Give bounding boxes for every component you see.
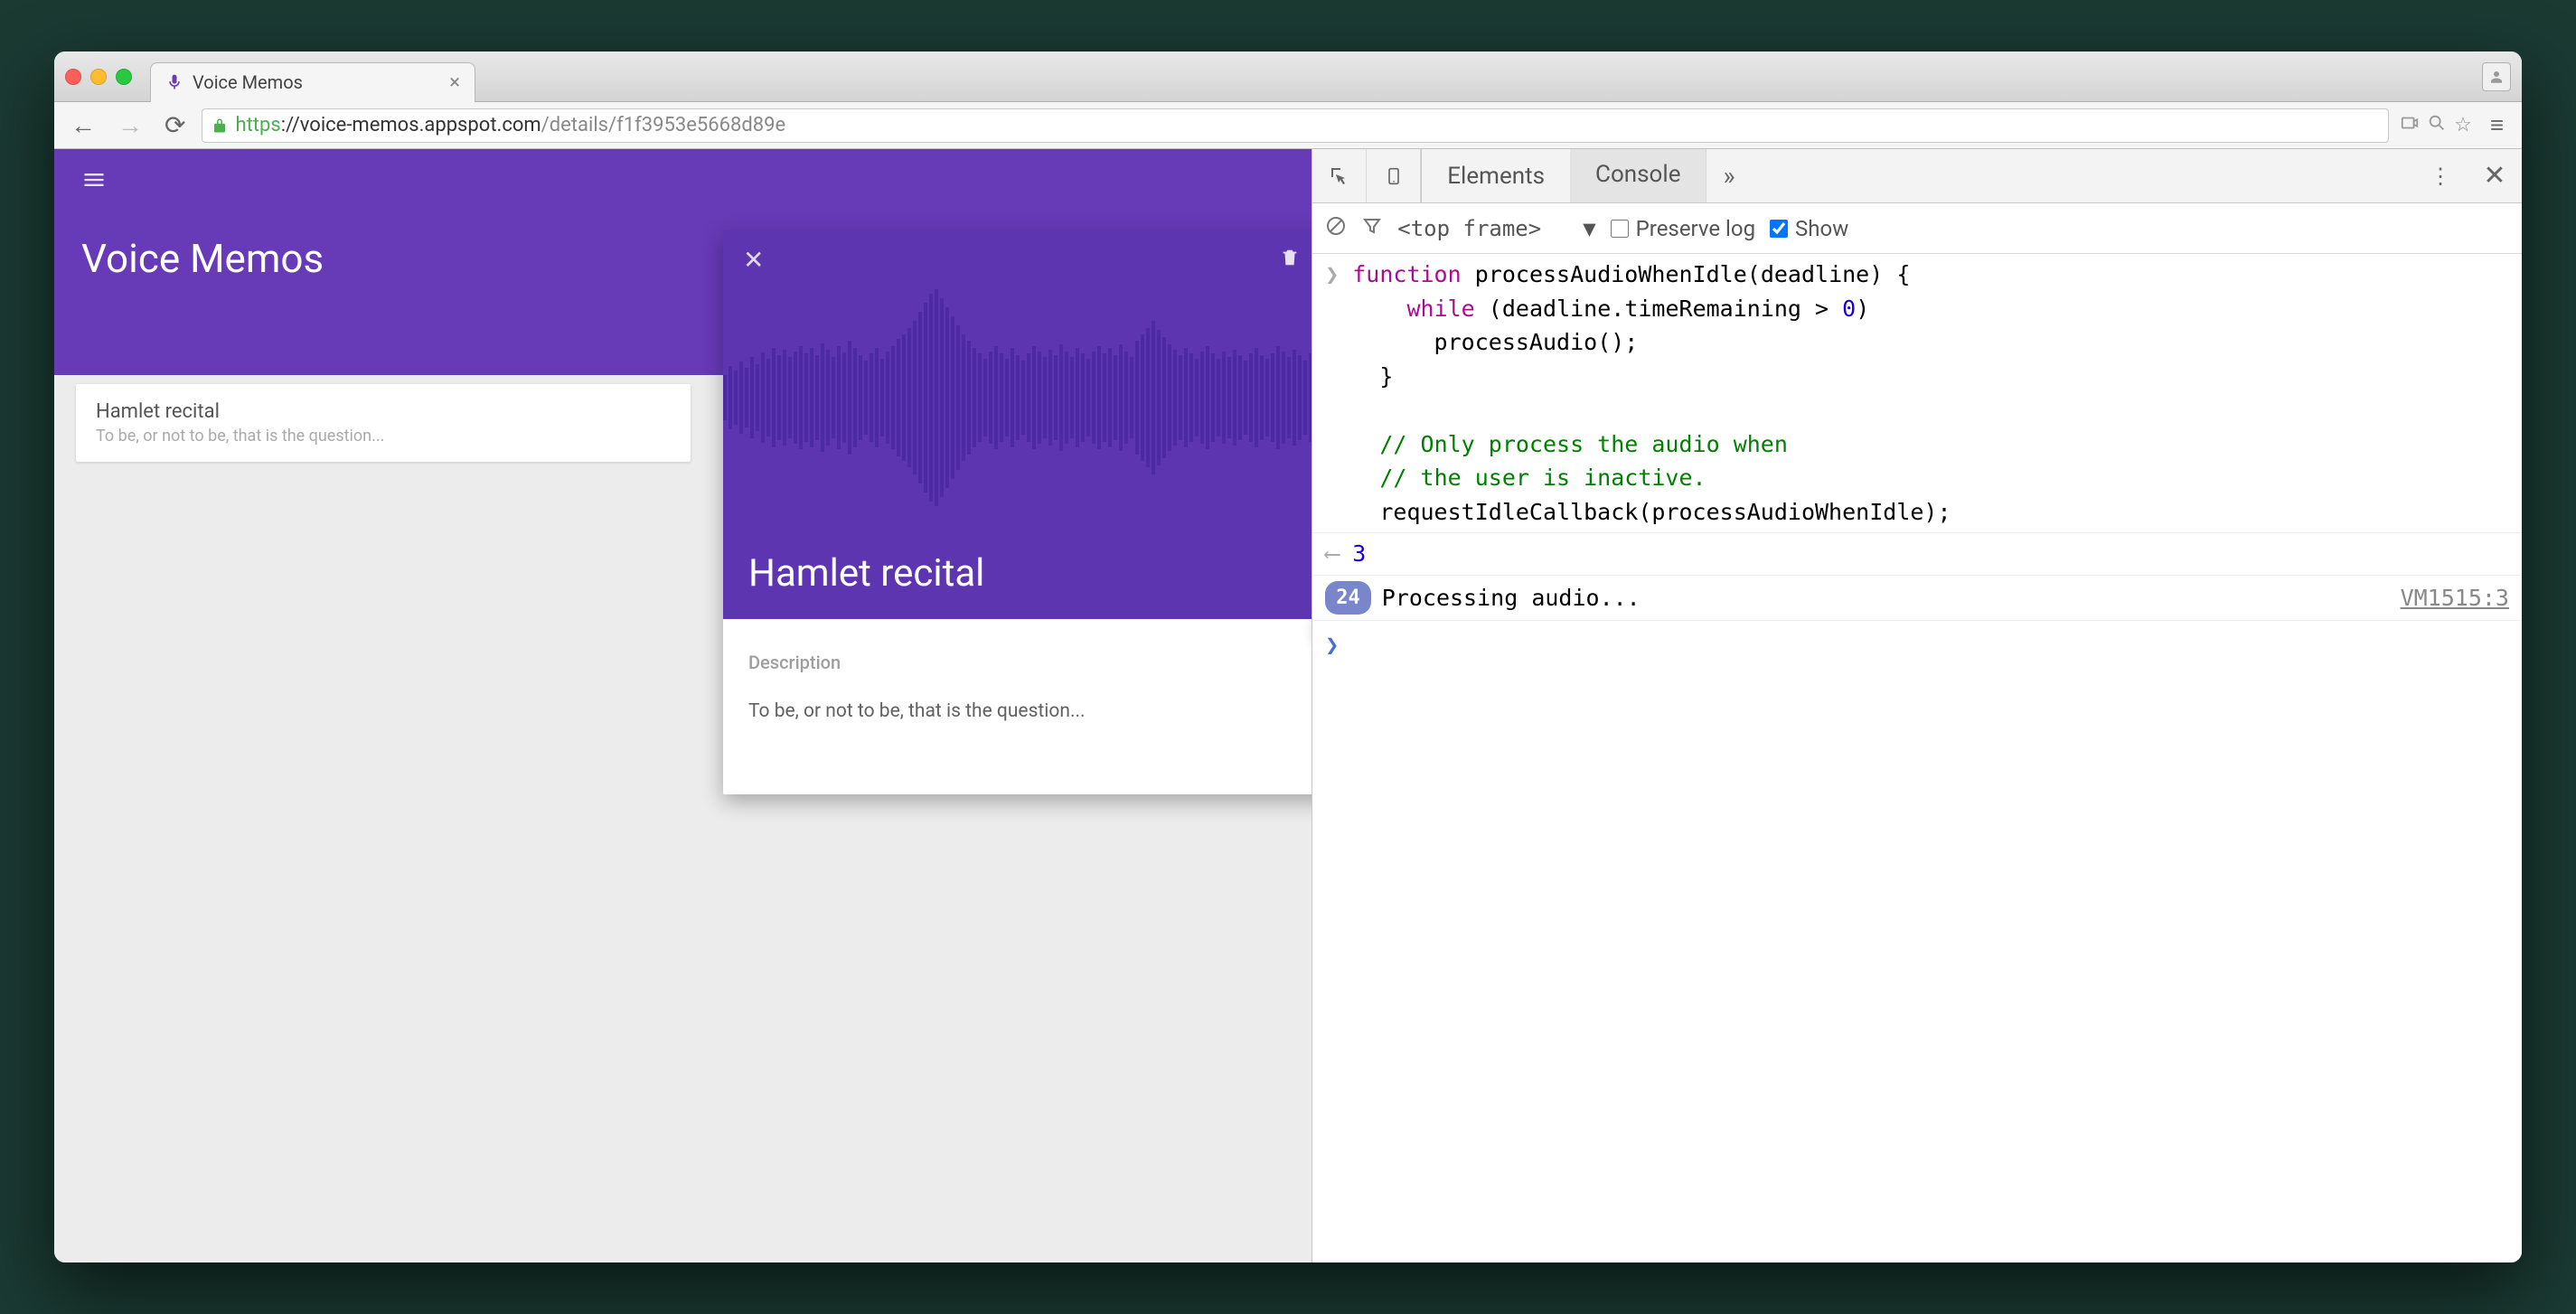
- console-input-row: ❯ function processAudioWhenIdle(deadline…: [1312, 254, 2522, 533]
- console-prompt-row[interactable]: ❯: [1312, 621, 2522, 670]
- show-checkbox[interactable]: Show: [1770, 216, 1848, 241]
- log-source-link[interactable]: VM1515:3: [2401, 581, 2509, 615]
- memo-item-subtitle: To be, or not to be, that is the questio…: [96, 427, 671, 446]
- address-bar-actions: ☆: [2400, 113, 2472, 138]
- memo-item-title: Hamlet recital: [96, 400, 671, 423]
- microphone-icon: [165, 73, 183, 91]
- browser-menu-button[interactable]: ≡: [2483, 108, 2511, 143]
- content-area: Voice Memos Hamlet recital To be, or not…: [54, 149, 2522, 1262]
- maximize-window-button[interactable]: [116, 69, 132, 85]
- lock-icon: [212, 117, 228, 134]
- camera-icon[interactable]: [2400, 113, 2420, 138]
- delete-icon[interactable]: [1280, 248, 1300, 273]
- return-value: 3: [1352, 537, 2509, 571]
- browser-window: Voice Memos × ← → ⟳ https://voice-memos.…: [54, 52, 2522, 1262]
- console-log-row: 24 Processing audio... VM1515:3: [1312, 576, 2522, 622]
- tab-console[interactable]: Console: [1570, 149, 1706, 202]
- detail-title: Hamlet recital: [748, 551, 984, 596]
- minimize-window-button[interactable]: [90, 69, 107, 85]
- input-arrow-icon: ❯: [1325, 258, 1352, 529]
- search-icon[interactable]: [2427, 113, 2447, 138]
- devtools-close-icon[interactable]: ✕: [2468, 149, 2522, 202]
- close-window-button[interactable]: [65, 69, 81, 85]
- devtools-menu-icon[interactable]: ⋮: [2413, 149, 2468, 202]
- url-text: https://voice-memos.appspot.com/details/…: [235, 114, 785, 136]
- inspect-element-icon[interactable]: [1312, 149, 1367, 202]
- memo-list-item[interactable]: Hamlet recital To be, or not to be, that…: [76, 384, 691, 462]
- description-label: Description: [748, 652, 1312, 673]
- console-filter-bar: <top frame> ▼ Preserve log Show: [1312, 203, 2522, 254]
- clear-console-icon[interactable]: [1325, 215, 1347, 242]
- devtools-tabs: Elements Console » ⋮ ✕: [1312, 149, 2522, 203]
- memo-detail-card: ✕: [723, 230, 1312, 794]
- hamburger-menu-icon[interactable]: [81, 167, 1284, 199]
- tab-close-button[interactable]: ×: [449, 71, 460, 94]
- app-viewport: Voice Memos Hamlet recital To be, or not…: [54, 149, 1312, 1262]
- devtools-panel: Elements Console » ⋮ ✕ <top frame> ▼: [1312, 149, 2522, 1262]
- filter-icon[interactable]: [1361, 215, 1383, 242]
- tab-elements[interactable]: Elements: [1422, 149, 1570, 202]
- log-message: Processing audio...: [1382, 581, 2401, 615]
- detail-header: ✕: [723, 230, 1312, 619]
- browser-tab-bar: Voice Memos ×: [54, 52, 2522, 102]
- preserve-log-checkbox[interactable]: Preserve log: [1611, 216, 1755, 241]
- tab-title: Voice Memos: [193, 71, 440, 93]
- prompt-arrow-icon: ❯: [1325, 628, 1352, 662]
- browser-tab[interactable]: Voice Memos ×: [150, 62, 475, 102]
- console-output: ❯ function processAudioWhenIdle(deadline…: [1312, 254, 2522, 1262]
- return-arrow-icon: ⟵: [1325, 537, 1352, 571]
- frame-selector[interactable]: <top frame> ▼: [1397, 216, 1595, 241]
- star-icon[interactable]: ☆: [2454, 114, 2472, 136]
- console-return-row: ⟵ 3: [1312, 533, 2522, 576]
- address-bar: ← → ⟳ https://voice-memos.appspot.com/de…: [54, 102, 2522, 149]
- forward-button[interactable]: →: [112, 107, 148, 144]
- profile-button[interactable]: [2482, 62, 2511, 91]
- description-text: To be, or not to be, that is the questio…: [748, 700, 1312, 722]
- log-count-badge: 24: [1325, 581, 1371, 615]
- show-label: Show: [1795, 216, 1848, 241]
- person-icon: [2488, 69, 2505, 85]
- device-mode-icon[interactable]: [1367, 149, 1421, 202]
- close-icon[interactable]: ✕: [743, 245, 764, 275]
- detail-body: Description To be, or not to be, that is…: [723, 619, 1312, 794]
- back-button[interactable]: ←: [65, 107, 101, 144]
- url-input[interactable]: https://voice-memos.appspot.com/details/…: [202, 108, 2389, 143]
- reload-button[interactable]: ⟳: [159, 107, 191, 144]
- console-code-input[interactable]: function processAudioWhenIdle(deadline) …: [1352, 258, 2509, 529]
- waveform-visualization: [723, 285, 1312, 511]
- preserve-log-label: Preserve log: [1636, 216, 1755, 241]
- tabs-overflow-button[interactable]: »: [1706, 149, 1751, 202]
- traffic-lights: [65, 69, 132, 85]
